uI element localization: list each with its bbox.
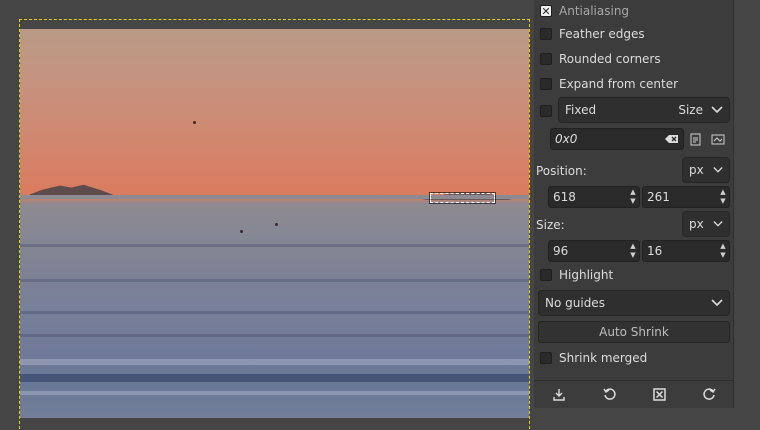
tool-options-content: ✕ Antialiasing Feather edges Rounded cor… <box>534 0 734 408</box>
restore-icon[interactable] <box>599 385 619 405</box>
guides-value: No guides <box>545 296 605 310</box>
island-left <box>26 184 116 196</box>
antialiasing-option[interactable]: ✕ Antialiasing <box>540 2 629 20</box>
size-height-spinner[interactable]: ▲ ▼ <box>717 241 729 261</box>
wave <box>20 244 529 247</box>
feather-edges-option[interactable]: Feather edges <box>540 25 645 43</box>
fixed-label: Fixed <box>565 103 597 117</box>
position-unit-dropdown[interactable]: px <box>682 157 730 183</box>
canvas-area[interactable] <box>0 0 532 430</box>
bird-mark <box>193 121 196 124</box>
position-unit: px <box>689 163 704 177</box>
chevron-down-icon <box>713 167 723 173</box>
expand-from-center-label: Expand from center <box>559 77 679 91</box>
chevron-down-icon <box>713 221 723 227</box>
fixed-mode-value: Size <box>678 103 703 117</box>
sunset-photo[interactable] <box>20 29 529 418</box>
tool-options-panel: ✕ Antialiasing Feather edges Rounded cor… <box>532 0 760 430</box>
portrait-icon[interactable] <box>690 133 701 146</box>
bird-mark <box>240 230 243 233</box>
checkbox-icon[interactable] <box>540 78 552 90</box>
shrink-merged-label: Shrink merged <box>559 351 648 365</box>
size-height-field[interactable]: 16 ▲ ▼ <box>642 240 730 262</box>
fixed-mode-dropdown[interactable]: Fixed Size <box>558 97 730 123</box>
landscape-icon[interactable] <box>711 134 725 145</box>
size-width-field[interactable]: 96 ▲ ▼ <box>548 240 640 262</box>
checkbox-icon[interactable] <box>540 269 552 281</box>
auto-shrink-button[interactable]: Auto Shrink <box>538 321 730 343</box>
rounded-corners-option[interactable]: Rounded corners <box>540 50 661 68</box>
checkbox-icon[interactable] <box>540 352 552 364</box>
size-label: Size: <box>536 218 565 232</box>
wave-foam <box>20 391 529 395</box>
checkbox-checked-icon[interactable]: ✕ <box>540 5 552 17</box>
position-x-spinner[interactable]: ▲ ▼ <box>627 187 639 207</box>
shrink-merged-option[interactable]: Shrink merged <box>540 349 647 367</box>
position-label: Position: <box>536 164 587 178</box>
wave <box>20 279 529 282</box>
size-width-value: 96 <box>553 244 569 258</box>
panel-scroll-gutter <box>734 0 760 430</box>
wave-foam <box>20 359 529 365</box>
bird-mark <box>275 223 278 226</box>
ratio-value: 0x0 <box>555 132 578 146</box>
gimp-window: ✕ Antialiasing Feather edges Rounded cor… <box>0 0 760 430</box>
save-preset-icon[interactable] <box>549 385 569 405</box>
rounded-corners-label: Rounded corners <box>559 52 661 66</box>
size-width-spinner[interactable]: ▲ ▼ <box>627 241 639 261</box>
highlight-label: Highlight <box>559 268 614 282</box>
position-y-field[interactable]: 261 ▲ ▼ <box>642 186 730 208</box>
wave <box>20 311 529 314</box>
expand-from-center-option[interactable]: Expand from center <box>540 75 678 93</box>
rectangle-selection[interactable] <box>429 192 496 204</box>
tool-options-footer <box>534 380 734 408</box>
size-height-value: 16 <box>647 244 663 258</box>
size-unit-dropdown[interactable]: px <box>682 211 730 237</box>
delete-icon[interactable] <box>649 385 669 405</box>
position-y-spinner[interactable]: ▲ ▼ <box>717 187 729 207</box>
position-x-value: 618 <box>553 190 576 204</box>
chevron-down-icon <box>711 299 723 307</box>
highlight-option[interactable]: Highlight <box>540 266 613 284</box>
size-unit: px <box>689 217 704 231</box>
fixed-toggle[interactable] <box>540 102 559 120</box>
position-y-value: 261 <box>647 190 670 204</box>
checkbox-icon[interactable] <box>540 53 552 65</box>
checkbox-icon[interactable] <box>540 28 552 40</box>
reset-icon[interactable] <box>699 385 719 405</box>
ratio-field[interactable]: 0x0 <box>550 128 684 150</box>
checkbox-icon[interactable] <box>540 105 552 117</box>
clear-field-icon[interactable] <box>665 134 679 144</box>
antialiasing-label: Antialiasing <box>559 4 630 18</box>
wave <box>20 374 529 382</box>
guides-dropdown[interactable]: No guides <box>538 290 730 316</box>
position-x-field[interactable]: 618 ▲ ▼ <box>548 186 640 208</box>
feather-edges-label: Feather edges <box>559 27 645 41</box>
wave <box>20 334 529 337</box>
chevron-down-icon <box>711 106 723 114</box>
